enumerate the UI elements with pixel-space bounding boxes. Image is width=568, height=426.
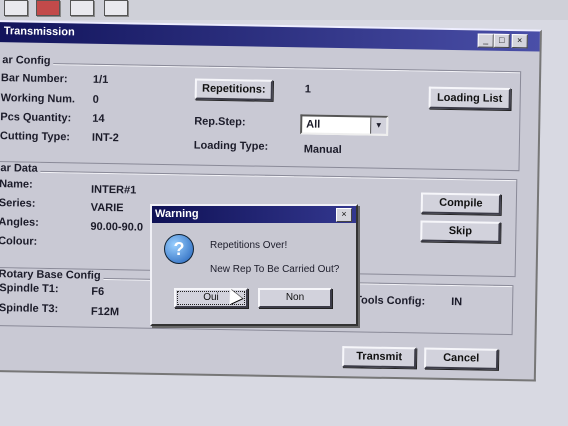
non-button[interactable]: Non: [258, 288, 332, 308]
dialog-message-line2: New Rep To Be Carried Out?: [210, 264, 340, 275]
dialog-close-button[interactable]: ×: [336, 208, 352, 222]
dialog-message-line1: Repetitions Over!: [210, 240, 288, 251]
spindle-t3-label: Spindle T3:: [0, 302, 59, 316]
pcs-quantity-value: 14: [92, 112, 105, 125]
loading-type-value: Manual: [303, 143, 342, 157]
working-num-value: 0: [92, 93, 99, 106]
warning-dialog: Warning × ? Repetitions Over! New Rep To…: [150, 204, 358, 326]
question-icon: ?: [164, 234, 194, 264]
pcs-quantity-label: Pcs Quantity:: [0, 111, 72, 125]
transmission-window: Transmission _ □ × ar Config Bar Number:…: [0, 20, 542, 382]
name-label: Name:: [0, 178, 33, 191]
rotary-base-label: Rotary Base Config: [0, 268, 104, 282]
colour-label: Colour:: [0, 235, 38, 248]
dialog-titlebar: Warning ×: [152, 206, 356, 223]
toolbar-app-icon[interactable]: [4, 0, 28, 16]
compile-button[interactable]: Compile: [420, 192, 502, 215]
toolbar-red-icon[interactable]: [36, 0, 60, 16]
bar-number-value: 1/1: [92, 73, 109, 87]
dialog-title: Warning: [155, 208, 199, 220]
minimize-button[interactable]: _: [477, 33, 494, 48]
spindle-t3-value: F12M: [90, 305, 120, 319]
toolbar-grid-icon[interactable]: [70, 0, 94, 16]
rep-step-select[interactable]: All ▼: [300, 114, 389, 136]
maximize-button[interactable]: □: [493, 33, 510, 49]
bar-config-group: [0, 62, 522, 172]
angles-value: 90.00-90.0: [90, 220, 144, 234]
bar-number-label: Bar Number:: [0, 72, 68, 86]
spindle-t1-label: Spindle T1:: [0, 282, 59, 296]
window-title: Transmission: [3, 25, 75, 39]
repetitions-button[interactable]: Repetitions:: [194, 78, 273, 101]
working-num-label: Working Num.: [0, 92, 76, 106]
series-value: VARIE: [90, 201, 124, 215]
name-value: INTER#1: [90, 183, 137, 197]
series-label: Series:: [0, 197, 36, 210]
cutting-type-label: Cutting Type:: [0, 130, 71, 144]
transmit-button[interactable]: Transmit: [341, 346, 417, 369]
bar-data-label: ar Data: [0, 162, 41, 175]
window-titlebar: Transmission _ □ ×: [0, 22, 540, 52]
cancel-button[interactable]: Cancel: [423, 347, 499, 370]
loading-type-label: Loading Type:: [193, 139, 269, 153]
tools-config-label: Tools Config:: [355, 294, 426, 308]
toolbar-doc-icon[interactable]: [104, 0, 128, 16]
repetitions-value: 1: [304, 83, 312, 96]
skip-button[interactable]: Skip: [420, 220, 501, 243]
cutting-type-value: INT-2: [91, 131, 119, 145]
rep-step-selected: All: [306, 118, 321, 131]
angles-label: Angles:: [0, 216, 39, 229]
bar-config-label: ar Config: [0, 54, 54, 68]
chevron-down-icon[interactable]: ▼: [370, 117, 387, 134]
loading-list-button[interactable]: Loading List: [428, 86, 511, 111]
desktop-toolbar: [0, 0, 568, 20]
close-button[interactable]: ×: [511, 34, 528, 49]
rep-step-label: Rep.Step:: [194, 115, 246, 129]
tools-config-value: IN: [451, 296, 463, 309]
spindle-t1-value: F6: [91, 285, 105, 298]
